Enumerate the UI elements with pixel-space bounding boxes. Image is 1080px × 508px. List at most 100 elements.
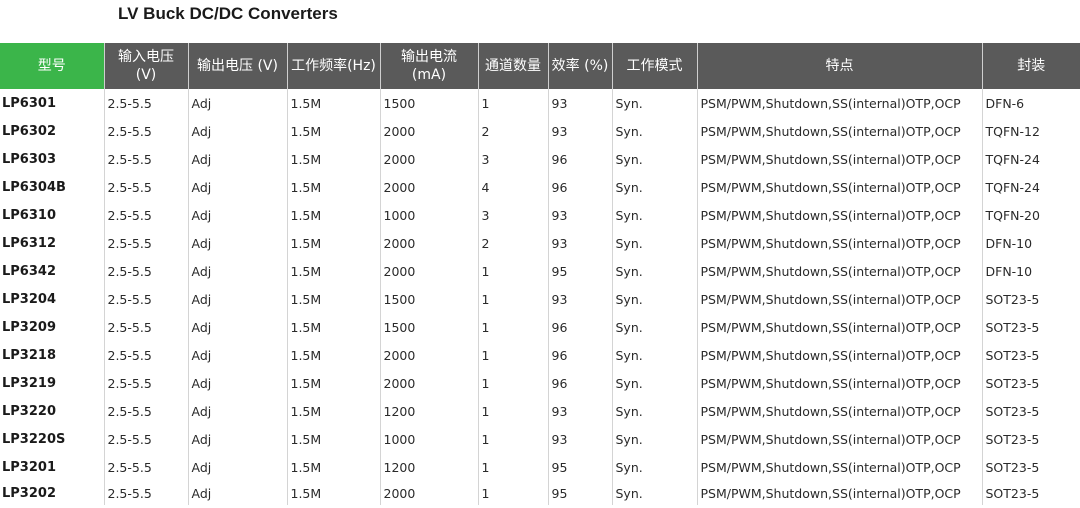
table-row: LP6303 2.5-5.5 Adj 1.5M 2000 3 96 Syn. PSM/PWM,S… [0,145,1080,173]
cell-input-voltage: 2.5-5.5 [103,145,188,173]
header-model: 型号 [0,43,104,89]
cell-channels: 2 [477,229,548,257]
cell-output-current: 1000 [379,201,478,229]
cell-input-voltage: 2.5-5.5 [103,481,188,505]
cell-frequency: 1.5M [286,481,380,505]
cell-output-voltage: Adj [187,481,287,505]
cell-efficiency: 95 [547,257,612,285]
table-header-row: 型号 输入电压 (V) 输出电压 (V) 工作频率(Hz) 输出电流 (mA) 通道数量 效率 … [0,43,1080,89]
table-row: LP6302 2.5-5.5 Adj 1.5M 2000 2 93 Syn. PSM/PWM,S… [0,117,1080,145]
cell-output-voltage: Adj [187,173,287,201]
cell-input-voltage: 2.5-5.5 [103,313,188,341]
cell-efficiency: 95 [547,481,612,505]
cell-frequency: 1.5M [286,145,380,173]
cell-mode: Syn. [611,425,697,453]
cell-frequency: 1.5M [286,117,380,145]
header-efficiency: 效率 (%) [547,43,612,89]
cell-frequency: 1.5M [286,285,380,313]
cell-input-voltage: 2.5-5.5 [103,425,188,453]
cell-output-current: 2000 [379,341,478,369]
table-row: LP3220S 2.5-5.5 Adj 1.5M 1000 1 93 Syn. PSM/PWM,… [0,425,1080,453]
cell-model: LP3201 [2,459,56,475]
cell-output-voltage: Adj [187,201,287,229]
cell-features: PSM/PWM,Shutdown,SS(internal)OTP,OCP [696,313,982,341]
cell-output-current: 1500 [379,313,478,341]
cell-model: LP3209 [2,319,56,335]
cell-input-voltage: 2.5-5.5 [103,89,188,117]
cell-model: LP6310 [2,207,56,223]
cell-features: PSM/PWM,Shutdown,SS(internal)OTP,OCP [696,89,982,117]
cell-channels: 1 [477,89,548,117]
cell-efficiency: 93 [547,201,612,229]
table-row: LP3202 2.5-5.5 Adj 1.5M 2000 1 95 Syn. PSM/PWM,S… [0,481,1080,505]
cell-efficiency: 95 [547,453,612,481]
cell-model: LP3220 [2,403,56,419]
cell-output-voltage: Adj [187,425,287,453]
table-row: LP3220 2.5-5.5 Adj 1.5M 1200 1 93 Syn. PSM/PWM,S… [0,397,1080,425]
table-row: LP6342 2.5-5.5 Adj 1.5M 2000 1 95 Syn. PSM/PWM,S… [0,257,1080,285]
cell-mode: Syn. [611,145,697,173]
cell-channels: 1 [477,257,548,285]
cell-mode: Syn. [611,369,697,397]
cell-output-current: 1200 [379,453,478,481]
page-title: LV Buck DC/DC Converters [118,4,338,23]
cell-package: DFN-10 [981,229,1080,257]
table-row: LP3209 2.5-5.5 Adj 1.5M 1500 1 96 Syn. PSM/PWM,S… [0,313,1080,341]
cell-input-voltage: 2.5-5.5 [103,369,188,397]
cell-output-current: 1500 [379,285,478,313]
cell-output-voltage: Adj [187,229,287,257]
cell-channels: 3 [477,145,548,173]
cell-mode: Syn. [611,397,697,425]
cell-efficiency: 93 [547,285,612,313]
table-body: LP6301 2.5-5.5 Adj 1.5M 1500 1 93 Syn. PSM/PWM,S… [0,89,1080,505]
cell-output-current: 2000 [379,173,478,201]
cell-package: SOT23-5 [981,425,1080,453]
cell-efficiency: 93 [547,397,612,425]
cell-output-current: 1200 [379,397,478,425]
cell-package: SOT23-5 [981,285,1080,313]
cell-mode: Syn. [611,481,697,505]
cell-model: LP3204 [2,291,56,307]
cell-output-voltage: Adj [187,313,287,341]
cell-model: LP6302 [2,123,56,139]
cell-output-voltage: Adj [187,117,287,145]
cell-efficiency: 96 [547,313,612,341]
cell-package: DFN-6 [981,89,1080,117]
cell-efficiency: 96 [547,369,612,397]
cell-output-current: 2000 [379,481,478,505]
cell-model: LP6342 [2,263,56,279]
cell-frequency: 1.5M [286,397,380,425]
cell-output-current: 2000 [379,117,478,145]
cell-mode: Syn. [611,173,697,201]
cell-package: SOT23-5 [981,397,1080,425]
cell-package: SOT23-5 [981,313,1080,341]
cell-output-current: 2000 [379,145,478,173]
cell-frequency: 1.5M [286,453,380,481]
cell-output-voltage: Adj [187,397,287,425]
cell-channels: 1 [477,341,548,369]
cell-model: LP3220S [2,431,66,447]
cell-output-voltage: Adj [187,89,287,117]
cell-frequency: 1.5M [286,313,380,341]
product-table: 型号 输入电压 (V) 输出电压 (V) 工作频率(Hz) 输出电流 (mA) 通道数量 效率 … [0,43,1080,505]
cell-features: PSM/PWM,Shutdown,SS(internal)OTP,OCP [696,397,982,425]
cell-input-voltage: 2.5-5.5 [103,285,188,313]
cell-channels: 1 [477,313,548,341]
cell-features: PSM/PWM,Shutdown,SS(internal)OTP,OCP [696,285,982,313]
cell-input-voltage: 2.5-5.5 [103,453,188,481]
cell-package: DFN-10 [981,257,1080,285]
header-channels: 通道数量 [477,43,548,89]
cell-channels: 1 [477,481,548,505]
cell-features: PSM/PWM,Shutdown,SS(internal)OTP,OCP [696,229,982,257]
cell-package: SOT23-5 [981,481,1080,505]
cell-efficiency: 93 [547,229,612,257]
cell-package: TQFN-12 [981,117,1080,145]
cell-channels: 4 [477,173,548,201]
header-package: 封装 [981,43,1080,89]
cell-mode: Syn. [611,257,697,285]
cell-efficiency: 96 [547,341,612,369]
cell-output-voltage: Adj [187,341,287,369]
table-row: LP6304B 2.5-5.5 Adj 1.5M 2000 4 96 Syn. PSM/PWM,… [0,173,1080,201]
table-row: LP6312 2.5-5.5 Adj 1.5M 2000 2 93 Syn. PSM/PWM,S… [0,229,1080,257]
cell-model: LP6312 [2,235,56,251]
